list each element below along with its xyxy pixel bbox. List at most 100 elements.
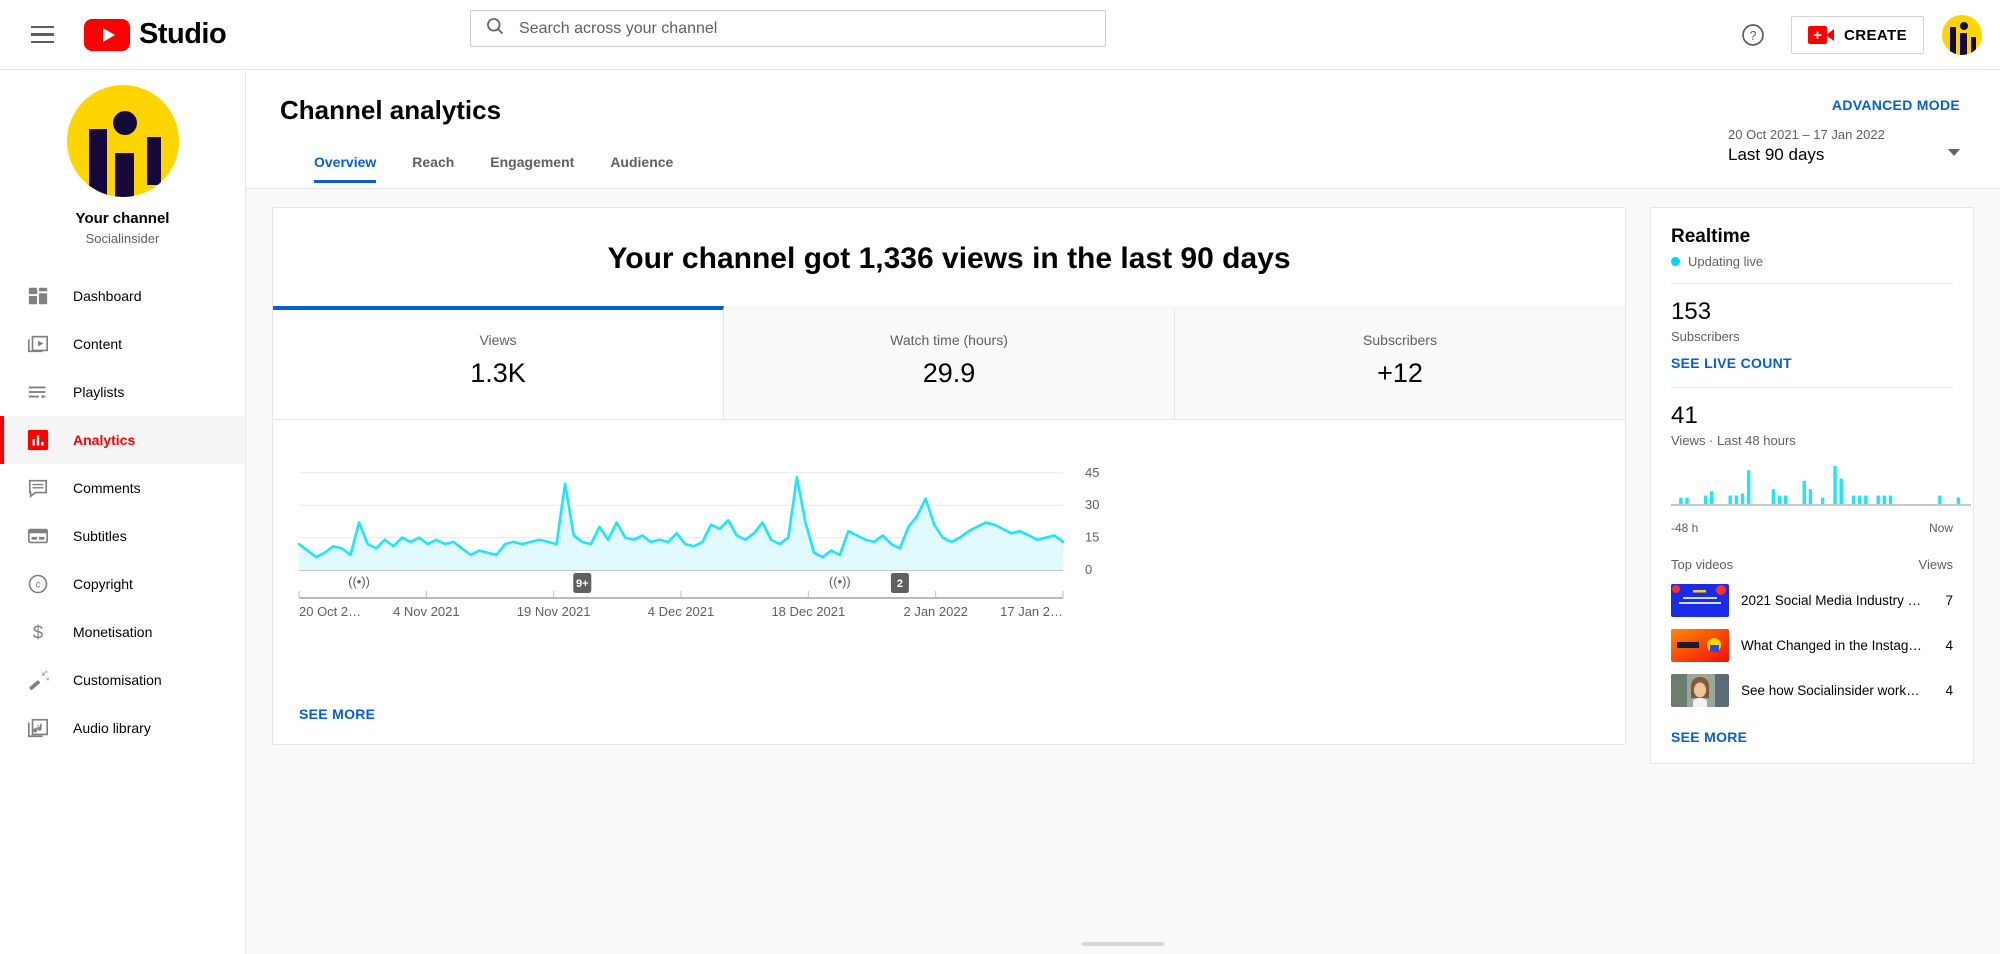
main-content: Channel analytics ADVANCED MODE 20 Oct 2… <box>246 71 2000 954</box>
overview-card: Your channel got 1,336 views in the last… <box>272 207 1626 745</box>
copyright-icon: c <box>26 572 50 596</box>
brand-name: Studio <box>139 18 227 50</box>
sidebar-item-comments[interactable]: Comments <box>0 464 245 512</box>
tab-audience[interactable]: Audience <box>592 154 691 183</box>
tab-overview[interactable]: Overview <box>314 154 394 183</box>
metric-views[interactable]: Views 1.3K <box>273 306 724 419</box>
sidebar-item-label: Customisation <box>73 672 162 688</box>
sidebar-item-audio-library[interactable]: Audio library <box>0 704 245 752</box>
svg-text:15: 15 <box>1085 530 1099 545</box>
video-title: See how Socialinsider works i… <box>1741 683 1923 698</box>
sidebar: Your channel Socialinsider Dashboard Con… <box>0 71 246 954</box>
svg-text:?: ? <box>1750 29 1757 43</box>
list-item[interactable]: What Changed in the Instagra… 4 <box>1671 629 1953 662</box>
search-icon <box>485 16 505 41</box>
search-input[interactable] <box>519 19 1091 38</box>
realtime-card: Realtime Updating live 153 Subscribers S… <box>1650 207 1974 764</box>
date-range-label: Last 90 days <box>1728 145 1825 164</box>
search-box[interactable] <box>470 10 1106 47</box>
tab-reach[interactable]: Reach <box>394 154 472 183</box>
avatar[interactable] <box>1942 15 1982 55</box>
metric-watch-time[interactable]: Watch time (hours) 29.9 <box>724 306 1175 419</box>
sidebar-item-monetisation[interactable]: $ Monetisation <box>0 608 245 656</box>
scroll-indicator[interactable] <box>1082 942 1164 946</box>
realtime-live-status: Updating live <box>1671 254 1953 269</box>
see-more-link[interactable]: SEE MORE <box>273 690 375 744</box>
top-videos-label: Top videos <box>1671 557 1734 572</box>
sidebar-item-dashboard[interactable]: Dashboard <box>0 272 245 320</box>
svg-text:2 Jan 2022: 2 Jan 2022 <box>903 604 967 619</box>
realtime-bar-svg <box>1671 466 1971 506</box>
svg-text:((•)): ((•)) <box>348 574 370 589</box>
list-item[interactable]: 2021 Social Media Industry B… 7 <box>1671 584 1953 617</box>
tab-engagement[interactable]: Engagement <box>472 154 592 183</box>
list-item[interactable]: See how Socialinsider works i… 4 <box>1671 674 1953 707</box>
sidebar-item-copyright[interactable]: c Copyright <box>0 560 245 608</box>
video-views: 7 <box>1945 593 1953 608</box>
sidebar-item-label: Monetisation <box>73 624 153 640</box>
video-title: What Changed in the Instagra… <box>1741 638 1923 653</box>
channel-avatar[interactable] <box>66 85 179 197</box>
realtime-subscribers-value: 153 <box>1671 298 1712 325</box>
svg-text:✕: ✕ <box>44 670 48 675</box>
realtime-views-label: Views · Last 48 hours <box>1671 433 1796 448</box>
metric-subscribers[interactable]: Subscribers +12 <box>1175 306 1625 419</box>
svg-text:4 Dec 2021: 4 Dec 2021 <box>648 604 715 619</box>
sidebar-item-label: Copyright <box>73 576 133 592</box>
date-range-text: 20 Oct 2021 – 17 Jan 2022 <box>1728 127 1885 142</box>
svg-text:((•)): ((•)) <box>829 574 851 589</box>
see-live-count-link[interactable]: SEE LIVE COUNT <box>1671 355 1792 371</box>
metric-label: Views <box>479 332 517 348</box>
svg-text:2: 2 <box>897 578 903 590</box>
sidebar-item-subtitles[interactable]: Subtitles <box>0 512 245 560</box>
advanced-mode-link[interactable]: ADVANCED MODE <box>1832 97 1960 113</box>
realtime-see-more-link[interactable]: SEE MORE <box>1671 729 1747 745</box>
svg-text:19 Nov 2021: 19 Nov 2021 <box>517 604 591 619</box>
studio-logo[interactable]: Studio <box>84 18 227 51</box>
svg-text:4 Nov 2021: 4 Nov 2021 <box>393 604 460 619</box>
playlist-icon <box>26 380 50 404</box>
hamburger-icon[interactable] <box>22 15 62 55</box>
views-chart-svg: 0 15 30 45 20 Oct 2… 4 Nov 2021 19 Nov 2021 4 D… <box>297 465 1099 619</box>
date-range-selector[interactable]: 20 Oct 2021 – 17 Jan 2022 Last 90 days <box>1728 127 1960 165</box>
svg-text:45: 45 <box>1085 465 1099 480</box>
metric-label: Subscribers <box>1363 332 1437 348</box>
video-views: 4 <box>1945 638 1953 653</box>
dollar-icon: $ <box>26 620 50 644</box>
live-dot-icon <box>1671 257 1680 266</box>
help-circle-icon[interactable]: ? <box>1733 15 1773 55</box>
svg-text:✕: ✕ <box>45 677 49 683</box>
youtube-play-icon <box>84 18 130 51</box>
sidebar-item-label: Playlists <box>73 384 125 400</box>
analytics-tabs: Overview Reach Engagement Audience <box>314 154 1966 183</box>
live-status-text: Updating live <box>1688 254 1764 269</box>
sidebar-item-label: Audio library <box>73 720 151 736</box>
channel-title: Your channel <box>75 210 170 227</box>
channel-name: Socialinsider <box>85 231 160 246</box>
top-app-bar: Studio ? + CREATE <box>0 0 2000 70</box>
overview-column: Your channel got 1,336 views in the last… <box>246 189 1650 954</box>
create-button-label: CREATE <box>1844 26 1907 44</box>
headline: Your channel got 1,336 views in the last… <box>607 242 1291 275</box>
sidebar-item-label: Dashboard <box>73 288 142 304</box>
sidebar-item-analytics[interactable]: Analytics <box>0 416 245 464</box>
create-button[interactable]: + CREATE <box>1791 16 1924 54</box>
page-title: Channel analytics <box>280 95 502 125</box>
sidebar-item-label: Content <box>73 336 123 352</box>
video-title: 2021 Social Media Industry B… <box>1741 593 1923 608</box>
sidebar-item-content[interactable]: Content <box>0 320 245 368</box>
views-column-label: Views <box>1918 557 1953 572</box>
svg-text:0: 0 <box>1085 562 1092 577</box>
sidebar-item-playlists[interactable]: Playlists <box>0 368 245 416</box>
sidebar-item-customisation[interactable]: ✕✕✕ Customisation <box>0 656 245 704</box>
realtime-views-value: 41 <box>1671 402 1698 429</box>
analytics-bar-icon <box>26 428 50 452</box>
spark-axis-labels: -48 h Now <box>1671 521 1953 535</box>
magic-wand-icon: ✕✕✕ <box>26 668 50 692</box>
analytics-body: Your channel got 1,336 views in the last… <box>246 189 2000 954</box>
views-line-chart[interactable]: 0 15 30 45 20 Oct 2… 4 Nov 2021 19 Nov 2021 4 D… <box>273 420 1625 690</box>
realtime-bar-chart: -48 h Now <box>1671 464 1971 535</box>
svg-text:20 Oct 2…: 20 Oct 2… <box>299 604 361 619</box>
metric-tabs: Views 1.3K Watch time (hours) 29.9 Subsc… <box>273 306 1625 420</box>
video-thumbnail <box>1671 584 1729 617</box>
